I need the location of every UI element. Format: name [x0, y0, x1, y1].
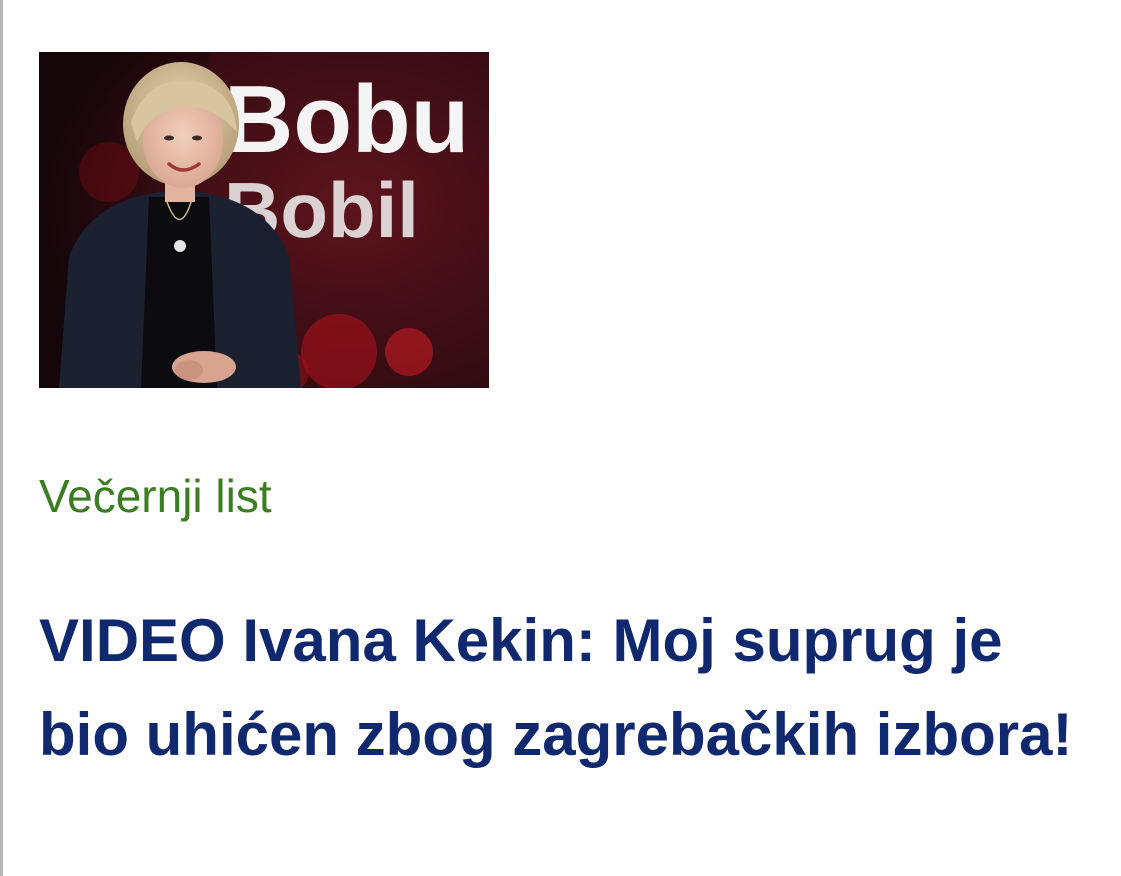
- thumbnail-photo: Bobu Bobil: [39, 52, 489, 388]
- article-thumbnail: Bobu Bobil: [39, 52, 489, 388]
- article-source: Večernji list: [39, 470, 272, 522]
- backdrop-text-1: Bobu: [224, 66, 469, 173]
- article-headline[interactable]: VIDEO Ivana Kekin: Moj suprug je bio uhi…: [39, 594, 1109, 782]
- news-card-link[interactable]: Bobu Bobil Večernji list VIDEO Ivana Kek…: [0, 0, 1121, 876]
